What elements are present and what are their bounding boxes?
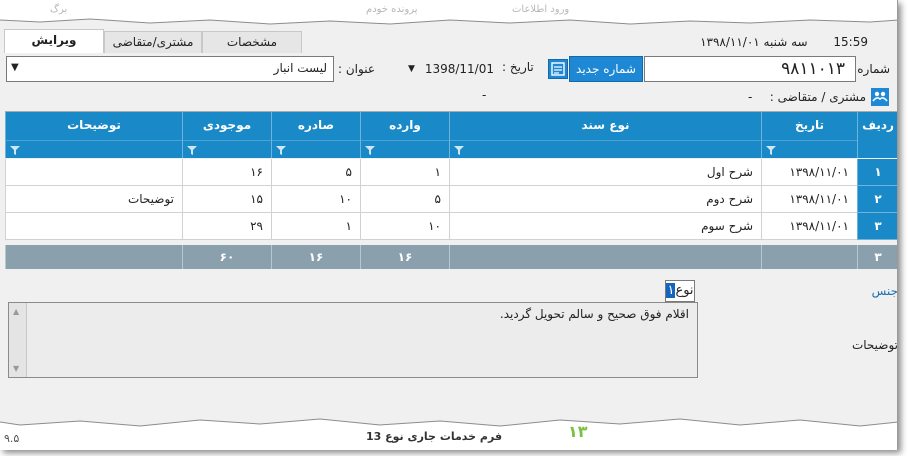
date-label: تاریخ : — [502, 60, 534, 74]
tab-specs[interactable]: مشخصات — [202, 31, 302, 53]
column-header-in[interactable]: وارده — [360, 112, 449, 158]
gender-label: جنس — [871, 284, 898, 298]
cell-out[interactable]: ۱۰ — [271, 186, 360, 213]
filter-icon[interactable] — [766, 145, 776, 155]
type-field[interactable]: ۱نوع — [665, 280, 695, 302]
cell-doc-type[interactable]: شرح دوم — [449, 186, 761, 213]
description-label: توضیحات — [851, 338, 898, 352]
header-date: سه شنبه ۱۳۹۸/۱۱/۰۱ — [700, 35, 808, 49]
tab-bar: ویرایش مشتری/متقاضی مشخصات 15:59 سه شنبه… — [0, 28, 897, 53]
footer-stock-total: ۶۰ — [182, 245, 271, 269]
cell-in[interactable]: ۱ — [360, 159, 449, 186]
form-row: شماره : ۹۸۱۱۰۱۳ شماره جدید تاریخ : ▼ 139… — [0, 54, 897, 84]
footer-empty — [449, 245, 761, 269]
cell-description[interactable] — [5, 213, 182, 240]
title-select[interactable]: ▼ لیست انبار — [6, 56, 334, 82]
cell-date[interactable]: ۱۳۹۸/۱۱/۰۱ — [761, 186, 857, 213]
bottom-form-title: فرم خدمات جاری نوع 13 — [366, 430, 503, 443]
cell-description[interactable] — [5, 159, 182, 186]
cell-date[interactable]: ۱۳۹۸/۱۱/۰۱ — [761, 213, 857, 240]
bottom-left-text: ۹.۵ — [4, 432, 20, 445]
column-header-date[interactable]: تاریخ — [761, 112, 857, 158]
title-label: عنوان : — [338, 62, 375, 76]
description-scrollbar[interactable]: ▲ ▼ — [9, 303, 27, 377]
inventory-grid: ردیف تاریخ نوع سند وارده صادره موجودی تو… — [5, 111, 897, 269]
filter-icon[interactable] — [454, 145, 464, 155]
cell-date[interactable]: ۱۳۹۸/۱۱/۰۱ — [761, 159, 857, 186]
cell-stock[interactable]: ۱۵ — [182, 186, 271, 213]
row-number: ۲ — [857, 186, 897, 213]
column-header-out[interactable]: صادره — [271, 112, 360, 158]
row-number: ۱ — [857, 159, 897, 186]
cell-out[interactable]: ۱ — [271, 213, 360, 240]
title-value: لیست انبار — [273, 61, 327, 75]
filter-icon[interactable] — [10, 145, 20, 155]
date-value: 1398/11/01 — [424, 62, 494, 76]
number-field[interactable]: ۹۸۱۱۰۱۳ — [644, 56, 856, 82]
torn-footer-strip: ۹.۵ فرم خدمات جاری نوع 13 ۱۳ — [0, 414, 897, 450]
header-datetime: 15:59 سه شنبه ۱۳۹۸/۱۱/۰۱ — [700, 35, 868, 49]
footer-empty — [761, 245, 857, 269]
cell-in[interactable]: ۱۰ — [360, 213, 449, 240]
calculator-icon[interactable] — [548, 59, 568, 79]
column-header-stock[interactable]: موجودی — [182, 112, 271, 158]
torn-edge — [0, 414, 897, 427]
tab-edit[interactable]: ویرایش — [4, 29, 104, 53]
cell-stock[interactable]: ۲۹ — [182, 213, 271, 240]
form-number-icon: ۱۳ — [568, 422, 588, 441]
column-header-doc-type[interactable]: نوع سند — [449, 112, 761, 158]
cell-out[interactable]: ۵ — [271, 159, 360, 186]
description-textarea[interactable]: ▲ ▼ اقلام فوق صحیح و سالم تحویل گردید. — [8, 302, 698, 378]
header-time: 15:59 — [833, 35, 868, 49]
cell-doc-type[interactable]: شرح سوم — [449, 213, 761, 240]
description-text: اقلام فوق صحیح و سالم تحویل گردید. — [499, 307, 689, 321]
details-panel: ۱نوع جنس ▲ ▼ اقلام فوق صحیح و سالم تحویل… — [0, 272, 898, 432]
new-number-button[interactable]: شماره جدید — [569, 56, 643, 82]
customer-row: مشتری / متقاضی : - - — [0, 86, 897, 108]
customer-lookup-icon[interactable] — [871, 88, 889, 106]
footer-count: ۳ — [857, 245, 897, 269]
chevron-down-icon: ▼ — [408, 64, 415, 74]
column-header-row-number[interactable]: ردیف — [857, 112, 897, 158]
chevron-down-icon: ▼ — [11, 62, 19, 73]
filter-icon[interactable] — [365, 145, 375, 155]
tab-customer[interactable]: مشتری/متقاضی — [104, 31, 202, 53]
cell-description[interactable]: توضیحات — [5, 186, 182, 213]
chevron-up-icon[interactable]: ▲ — [13, 307, 19, 316]
app-window: برگ ورود اطلاعات پرونده خودم ویرایش مشتر… — [0, 0, 898, 450]
torn-edge — [0, 18, 897, 28]
date-select[interactable]: ▼ 1398/11/01 — [404, 59, 500, 79]
footer-out-total: ۱۶ — [271, 245, 360, 269]
type-label: نوع — [675, 283, 694, 298]
footer-empty — [5, 245, 182, 269]
footer-in-total: ۱۶ — [360, 245, 449, 269]
chevron-down-icon[interactable]: ▼ — [13, 364, 19, 373]
customer-extra: - — [482, 88, 487, 102]
filter-icon[interactable] — [276, 145, 286, 155]
column-header-description[interactable]: توضیحات — [5, 112, 182, 158]
row-number: ۳ — [857, 213, 897, 240]
torn-header-strip: برگ ورود اطلاعات پرونده خودم — [0, 0, 897, 28]
filter-icon[interactable] — [187, 145, 197, 155]
cell-doc-type[interactable]: شرح اول — [449, 159, 761, 186]
customer-value: - — [748, 90, 753, 104]
cell-in[interactable]: ۵ — [360, 186, 449, 213]
customer-label: مشتری / متقاضی : — [769, 90, 866, 104]
cell-stock[interactable]: ۱۶ — [182, 159, 271, 186]
